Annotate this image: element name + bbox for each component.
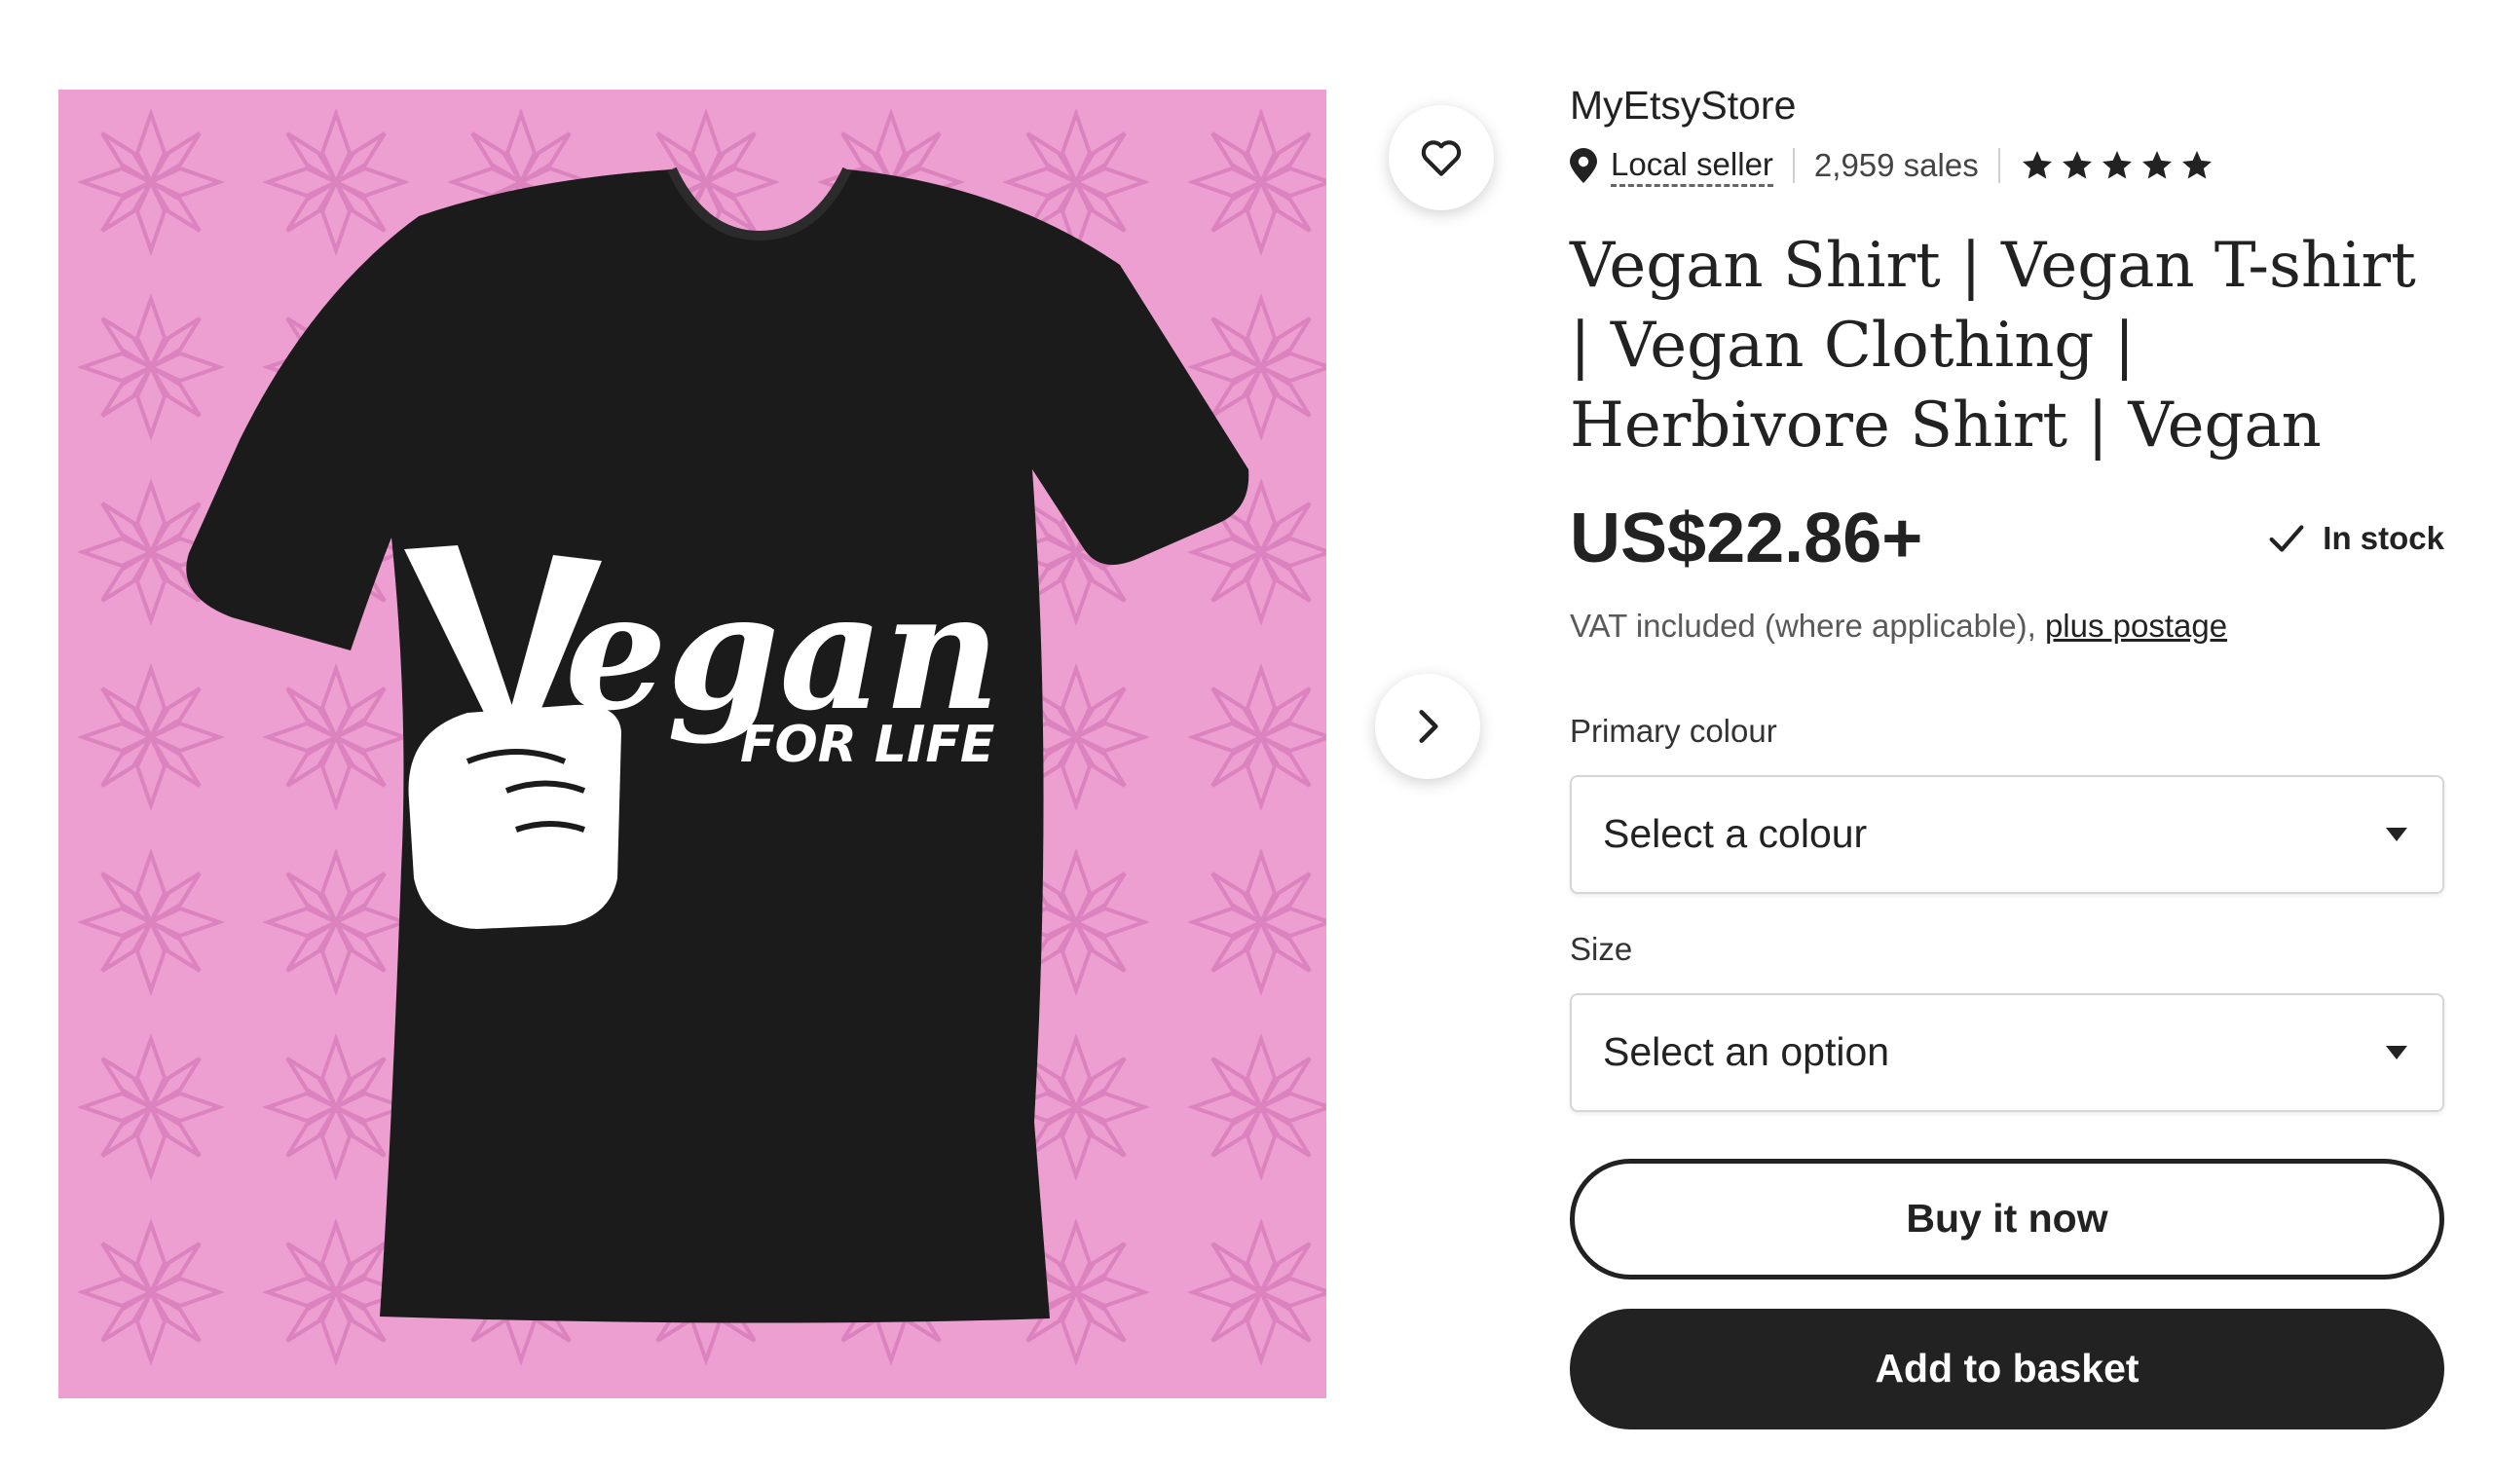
price-row: US$22.86+ In stock (1570, 499, 2444, 578)
star-icon (2181, 151, 2212, 179)
caret-down-icon (2386, 1045, 2407, 1059)
sales-count: 2,959 sales (1813, 147, 1979, 184)
heart-icon (1421, 140, 1462, 176)
local-seller-link[interactable]: Local seller (1611, 145, 1773, 187)
caret-down-icon (2386, 827, 2407, 841)
colour-label: Primary colour (1570, 712, 1777, 749)
buy-it-now-button[interactable]: Buy it now (1570, 1158, 2444, 1280)
favorite-button[interactable] (1389, 105, 1494, 210)
next-image-button[interactable] (1375, 674, 1480, 779)
listing-panel: MyEtsyStore Local seller 2,959 sales Veg… (1570, 78, 2444, 1429)
shop-name-link[interactable]: MyEtsyStore (1570, 86, 2444, 126)
size-select[interactable]: Select an option (1570, 992, 2444, 1112)
stock-status: In stock (2264, 516, 2444, 561)
vat-notice: VAT included (where applicable), plus po… (1570, 608, 2444, 645)
star-icon (2062, 151, 2092, 179)
chevron-right-icon (1419, 710, 1438, 743)
star-icon (2102, 151, 2132, 179)
graphic-subline: FOR LIFE (740, 716, 994, 774)
colour-select[interactable]: Select a colour (1570, 774, 2444, 894)
divider (1792, 148, 1795, 184)
product-price: US$22.86+ (1570, 499, 1923, 577)
size-select-value: Select an option (1603, 1029, 1890, 1075)
add-to-basket-button[interactable]: Add to basket (1570, 1308, 2444, 1429)
shop-meta: Local seller 2,959 sales (1570, 145, 2444, 187)
divider (1997, 148, 2000, 184)
product-image[interactable]: egan FOR LIFE (58, 90, 1326, 1398)
vat-text: VAT included (where applicable), (1570, 607, 2036, 644)
product-title: Vegan Shirt | Vegan T-shirt | Vegan Clot… (1570, 229, 2416, 462)
location-pin-icon (1570, 148, 1597, 184)
star-rating[interactable] (2020, 148, 2214, 183)
star-icon (2022, 151, 2052, 179)
size-label: Size (1570, 930, 1633, 967)
stock-label: In stock (2323, 519, 2444, 556)
checkmark-icon (2269, 524, 2304, 552)
colour-select-value: Select a colour (1603, 811, 1868, 857)
postage-link[interactable]: plus postage (2045, 608, 2227, 644)
star-icon (2141, 151, 2172, 179)
